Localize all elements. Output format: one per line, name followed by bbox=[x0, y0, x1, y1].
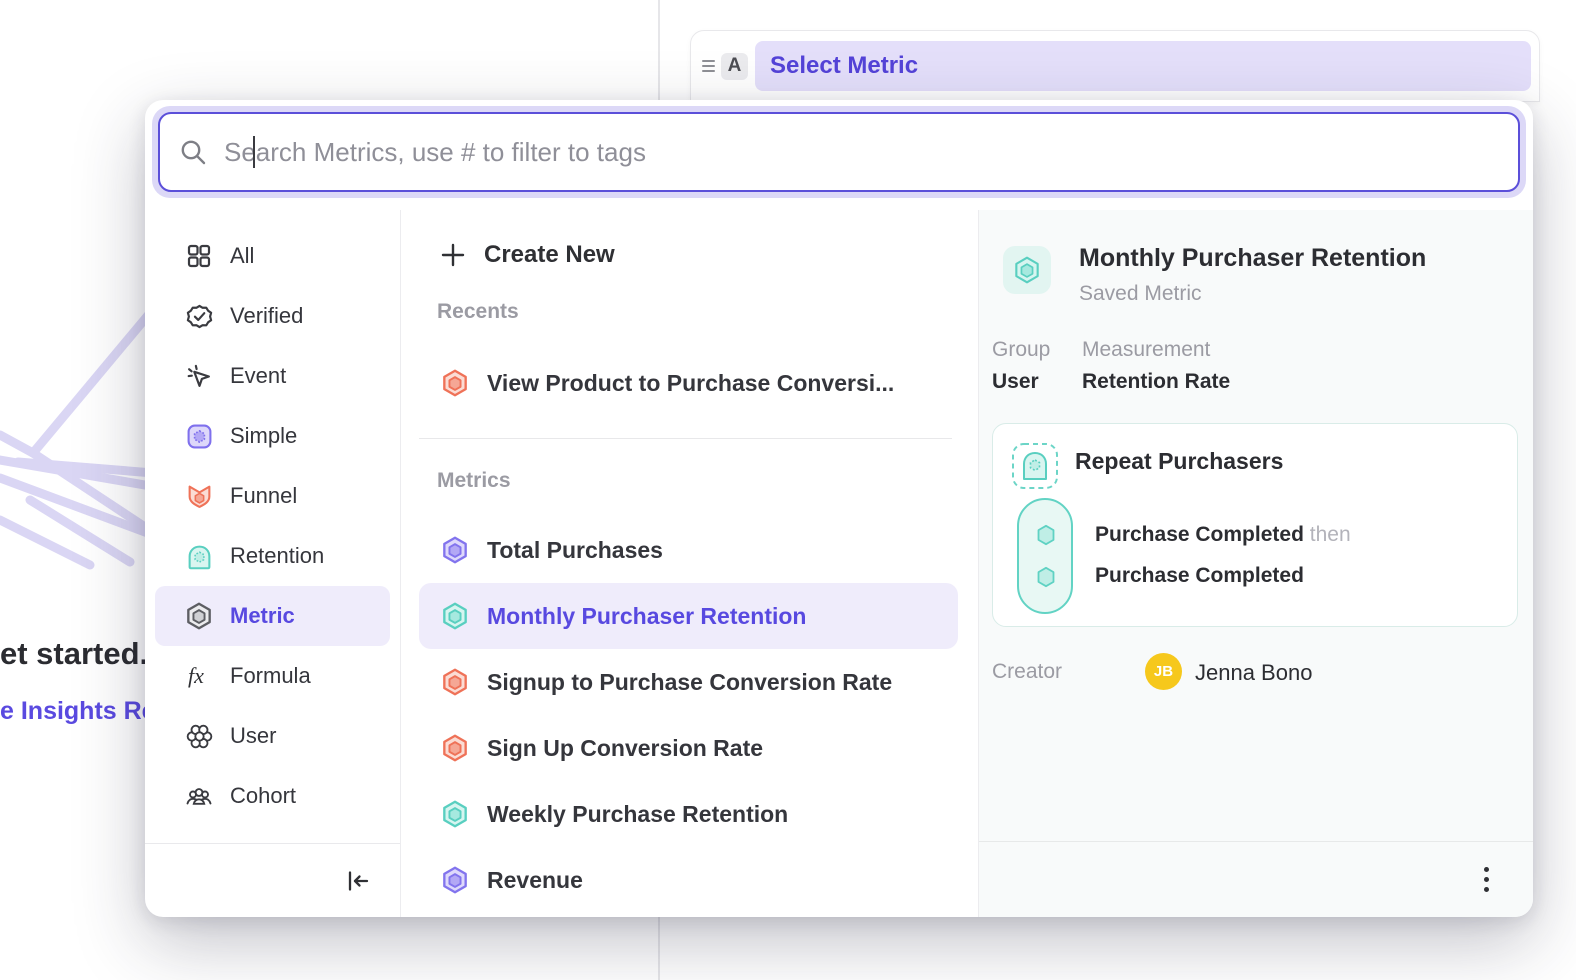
collapse-sidebar-icon[interactable] bbox=[344, 867, 372, 895]
sidebar-item-retention[interactable]: Retention bbox=[155, 526, 390, 586]
creator-avatar: JB bbox=[1145, 653, 1182, 690]
search-icon bbox=[178, 137, 208, 167]
metric-item-label: Revenue bbox=[487, 867, 583, 894]
definition-step-1: Purchase Completed then bbox=[1095, 523, 1351, 547]
sidebar-item-formula[interactable]: fx Formula bbox=[155, 646, 390, 706]
plus-icon bbox=[439, 241, 467, 269]
sidebar-item-label: Retention bbox=[230, 543, 324, 569]
search-input[interactable] bbox=[224, 122, 1518, 182]
svg-text:fx: fx bbox=[188, 663, 204, 688]
metric-picker-modal: All Verified Event bbox=[145, 100, 1533, 917]
metric-item-label: Weekly Purchase Retention bbox=[487, 801, 788, 828]
metric-item-label: Signup to Purchase Conversion Rate bbox=[487, 669, 892, 696]
metric-definition-card: Repeat Purchasers Purchase Completed the… bbox=[992, 423, 1518, 627]
recent-metric-label: View Product to Purchase Conversi... bbox=[487, 370, 894, 397]
simple-metric-icon bbox=[185, 422, 213, 450]
metric-item-revenue[interactable]: Revenue bbox=[419, 847, 958, 913]
step-connector: then bbox=[1310, 523, 1351, 546]
metric-item-monthly-purchaser-retention[interactable]: Monthly Purchaser Retention bbox=[419, 583, 958, 649]
sidebar-item-label: User bbox=[230, 723, 276, 749]
drag-handle-icon[interactable] bbox=[697, 60, 719, 72]
metric-hexagon-icon bbox=[439, 666, 471, 698]
metric-hexagon-icon bbox=[439, 600, 471, 632]
measurement-value: Retention Rate bbox=[1082, 370, 1230, 394]
metric-item-label: Total Purchases bbox=[487, 537, 663, 564]
measurement-label: Measurement bbox=[1082, 338, 1210, 362]
funnel-metric-icon bbox=[185, 482, 213, 510]
funnel-metric-hexagon-icon bbox=[439, 367, 471, 399]
detail-footer bbox=[979, 841, 1533, 917]
sidebar-item-label: Metric bbox=[230, 603, 295, 629]
select-metric-button[interactable]: Select Metric bbox=[755, 41, 1531, 91]
sidebar-item-label: Simple bbox=[230, 423, 297, 449]
metric-item-signup-conversion[interactable]: Sign Up Conversion Rate bbox=[419, 715, 958, 781]
row-letter-badge: A bbox=[721, 53, 748, 80]
event-hexagon-icon bbox=[1033, 564, 1059, 590]
sidebar-item-label: Event bbox=[230, 363, 286, 389]
sidebar-item-label: Cohort bbox=[230, 783, 296, 809]
metric-hexagon-icon bbox=[439, 864, 471, 896]
metric-item-weekly-purchase-retention[interactable]: Weekly Purchase Retention bbox=[419, 781, 958, 847]
group-value: User bbox=[992, 370, 1039, 394]
saved-metric-icon bbox=[185, 602, 213, 630]
metric-hexagon-icon bbox=[439, 534, 471, 566]
sidebar-footer bbox=[145, 843, 400, 917]
sidebar-item-metric[interactable]: Metric bbox=[155, 586, 390, 646]
detail-title: Monthly Purchaser Retention bbox=[1079, 244, 1426, 273]
verified-badge-icon bbox=[185, 302, 213, 330]
metrics-section-header: Metrics bbox=[437, 469, 978, 499]
sidebar-item-verified[interactable]: Verified bbox=[155, 286, 390, 346]
metric-item-label: Monthly Purchaser Retention bbox=[487, 603, 806, 630]
sidebar-item-label: Funnel bbox=[230, 483, 297, 509]
more-options-kebab-icon[interactable] bbox=[1478, 861, 1495, 898]
create-new-button[interactable]: Create New bbox=[401, 224, 978, 286]
definition-name: Repeat Purchasers bbox=[1075, 448, 1283, 475]
sidebar-item-cohort[interactable]: Cohort bbox=[155, 766, 390, 826]
user-profiles-icon bbox=[185, 722, 213, 750]
metric-hexagon-icon bbox=[439, 732, 471, 764]
sidebar-item-all[interactable]: All bbox=[155, 226, 390, 286]
query-builder-metric-row: A Select Metric bbox=[690, 30, 1540, 102]
detail-subtitle: Saved Metric bbox=[1079, 282, 1202, 306]
metric-list-column: Create New Recents View Product to Purch… bbox=[400, 210, 978, 917]
definition-step-2: Purchase Completed bbox=[1095, 564, 1304, 588]
group-label: Group bbox=[992, 338, 1050, 362]
sidebar-item-user[interactable]: User bbox=[155, 706, 390, 766]
recents-section-header: Recents bbox=[437, 300, 978, 330]
cursor-event-icon bbox=[185, 362, 213, 390]
event-sequence-capsule bbox=[1017, 498, 1073, 614]
retention-definition-icon bbox=[1011, 442, 1059, 490]
search-focus-ring bbox=[152, 106, 1526, 198]
creator-name: Jenna Bono bbox=[1195, 660, 1312, 686]
sidebar-item-label: Formula bbox=[230, 663, 311, 689]
sidebar-item-label: All bbox=[230, 243, 254, 269]
recent-metric-item[interactable]: View Product to Purchase Conversi... bbox=[419, 350, 958, 416]
grid-icon bbox=[185, 242, 213, 270]
sidebar-item-label: Verified bbox=[230, 303, 303, 329]
metric-item-label: Sign Up Conversion Rate bbox=[487, 735, 763, 762]
metric-item-total-purchases[interactable]: Total Purchases bbox=[419, 517, 958, 583]
get-started-text: et started. bbox=[0, 636, 148, 672]
cohort-people-icon bbox=[185, 782, 213, 810]
sidebar-item-event[interactable]: Event bbox=[155, 346, 390, 406]
select-metric-label: Select Metric bbox=[770, 52, 918, 80]
event-hexagon-icon bbox=[1033, 522, 1059, 548]
creator-label: Creator bbox=[992, 660, 1062, 684]
search-field[interactable] bbox=[158, 112, 1520, 192]
retention-metric-icon bbox=[185, 542, 213, 570]
metric-detail-hexagon-icon bbox=[1003, 246, 1051, 294]
formula-icon: fx bbox=[185, 662, 213, 690]
insights-report-link[interactable]: e Insights Re bbox=[0, 697, 156, 726]
sidebar-item-simple[interactable]: Simple bbox=[155, 406, 390, 466]
sidebar-item-funnel[interactable]: Funnel bbox=[155, 466, 390, 526]
text-cursor bbox=[253, 136, 255, 168]
category-sidebar: All Verified Event bbox=[145, 210, 400, 917]
section-divider bbox=[419, 438, 952, 439]
create-new-label: Create New bbox=[484, 241, 615, 269]
metric-hexagon-icon bbox=[439, 798, 471, 830]
metric-detail-panel: Monthly Purchaser Retention Saved Metric… bbox=[978, 210, 1533, 917]
metric-item-signup-to-purchase[interactable]: Signup to Purchase Conversion Rate bbox=[419, 649, 958, 715]
